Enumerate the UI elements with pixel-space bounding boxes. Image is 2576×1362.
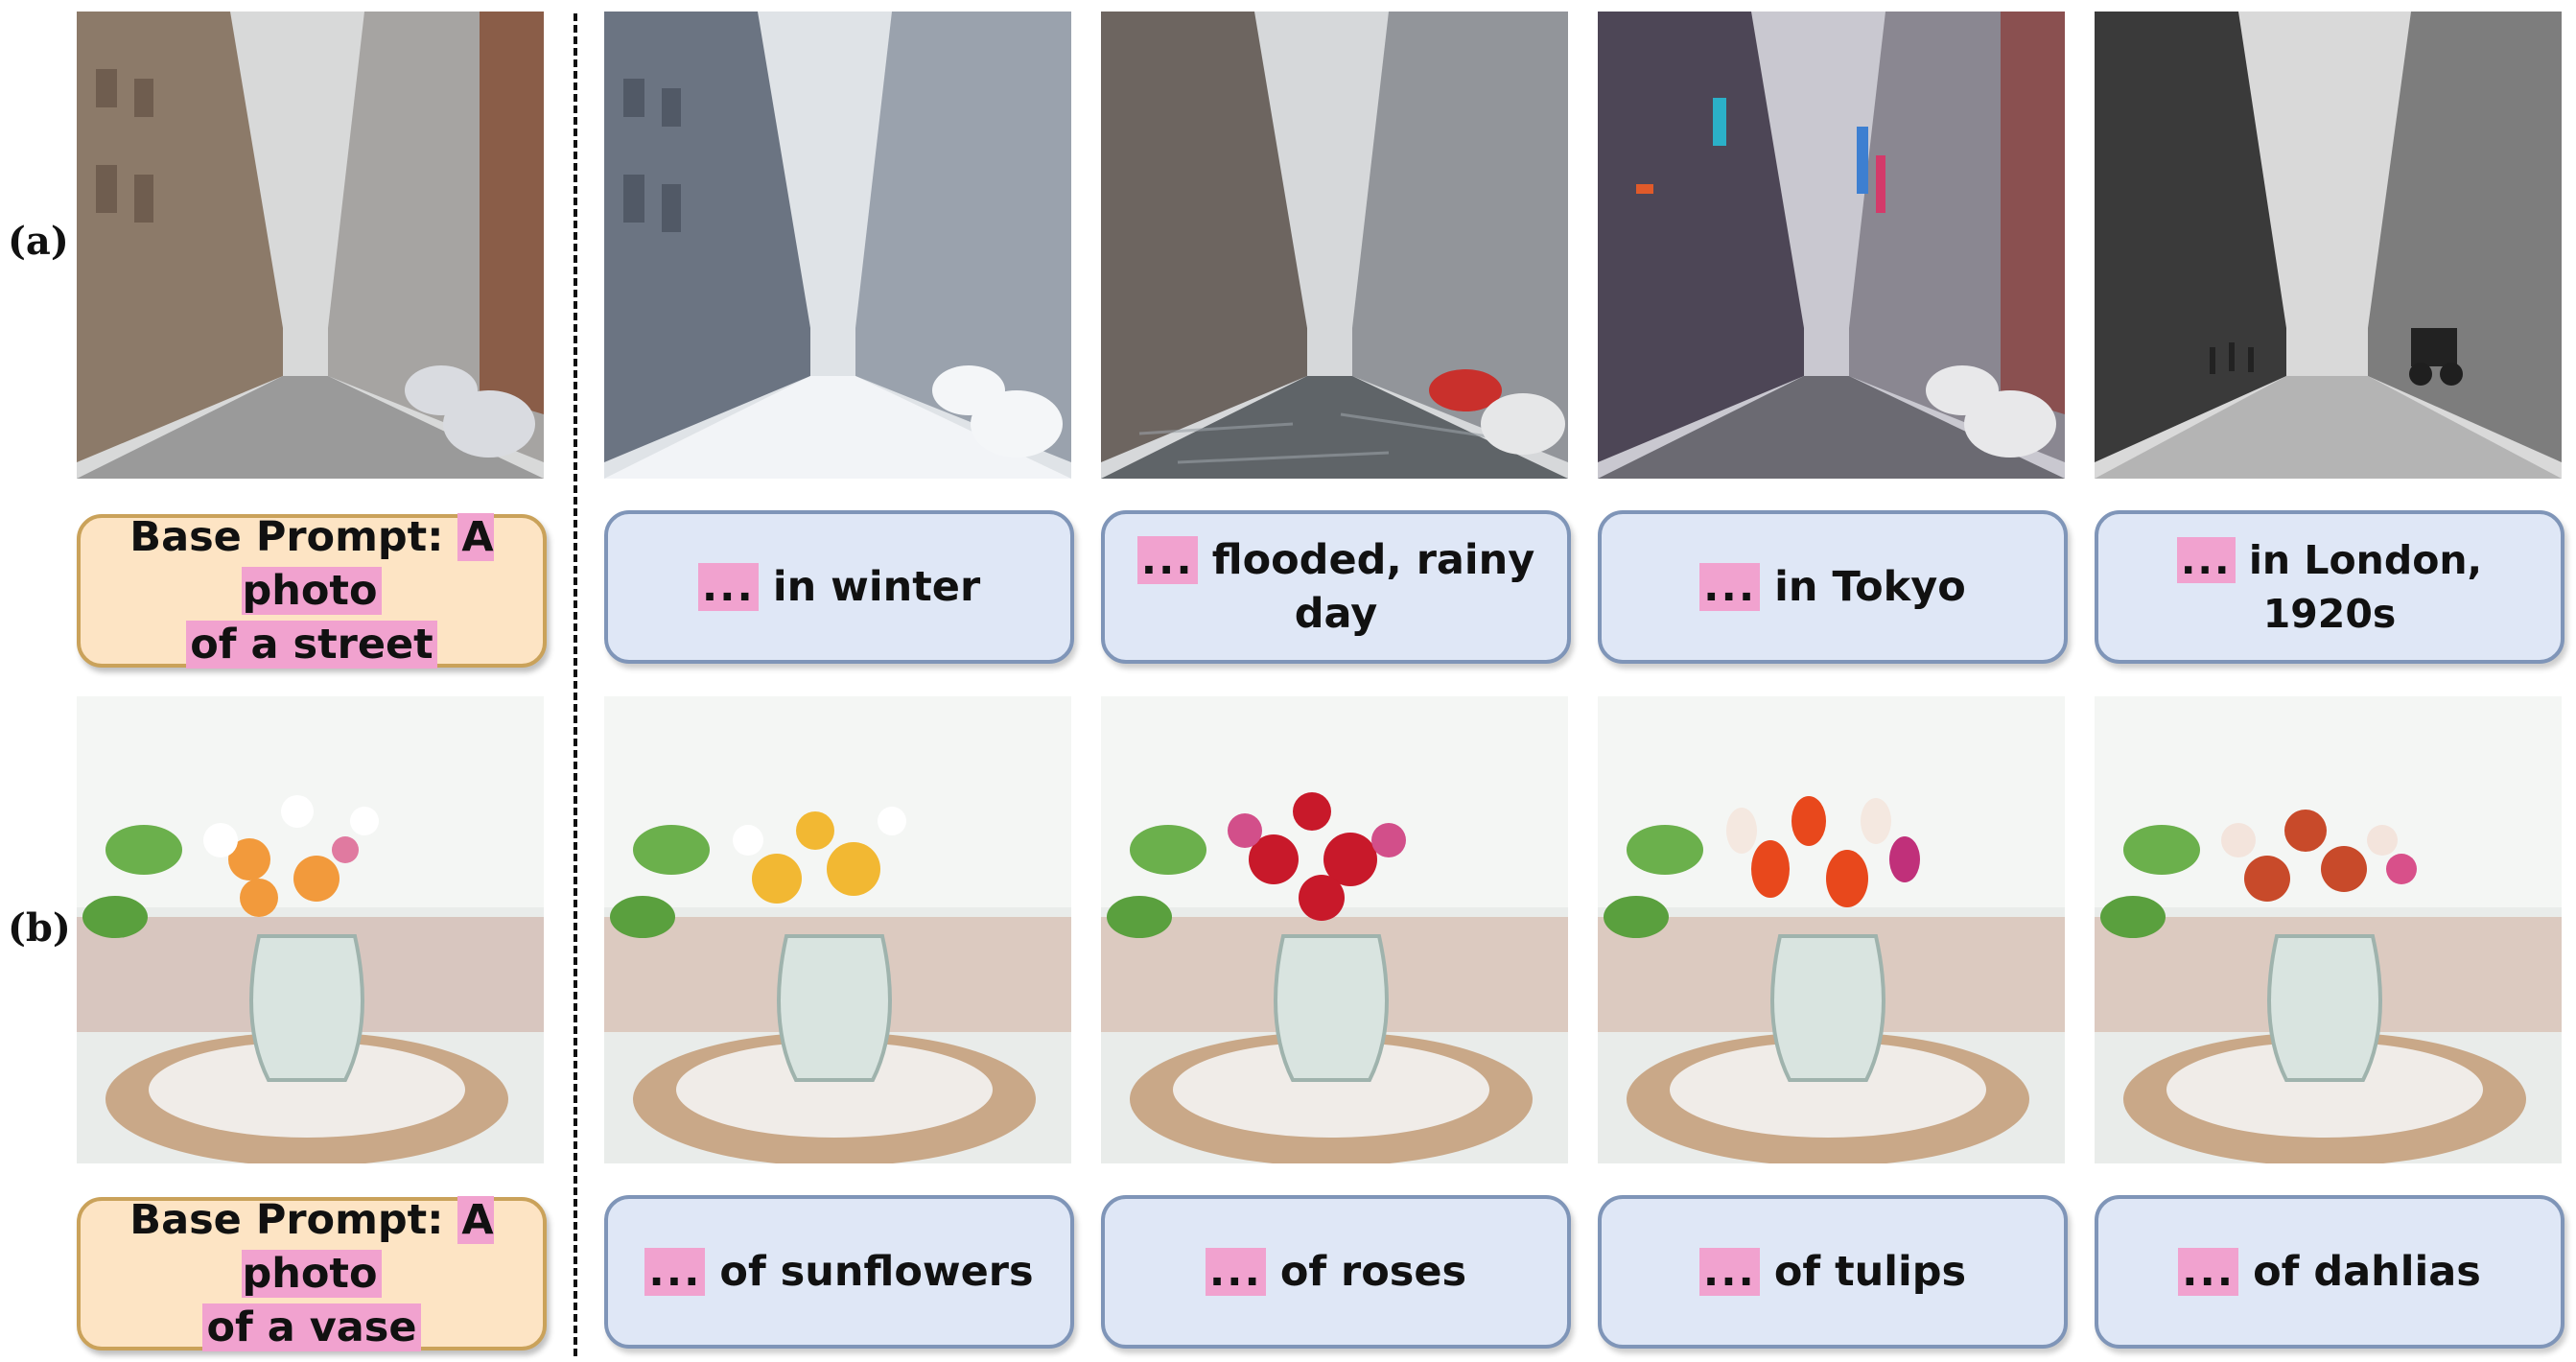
prompt-text: of roses xyxy=(1279,1248,1467,1296)
ellipsis-highlight: ... xyxy=(1205,1248,1266,1296)
ellipsis-highlight: ... xyxy=(2178,1248,2239,1296)
prompt-london: ... in London, 1920s xyxy=(2095,510,2564,664)
vase-image-dahlias xyxy=(2095,696,2562,1163)
prompt-text-line-2: day xyxy=(1294,590,1378,638)
prompt-text: of sunflowers xyxy=(719,1248,1034,1296)
prompt-text: in winter xyxy=(772,563,981,611)
prompt-text: of tulips xyxy=(1773,1248,1967,1296)
base-prompt-label: Base Prompt: xyxy=(129,513,444,561)
street-image-tokyo xyxy=(1598,12,2065,479)
prompt-roses: ... of roses xyxy=(1101,1195,1571,1349)
street-image-flooded xyxy=(1101,12,1568,479)
prompt-text: of dahlias xyxy=(2253,1248,2481,1296)
base-prompt-vase: Base Prompt: A photo of a vase xyxy=(77,1196,547,1351)
prompt-flooded: ... flooded, rainy day xyxy=(1101,510,1571,664)
base-prompt-highlight-2: of a street xyxy=(186,621,437,669)
base-prompt-street: Base Prompt: A photo of a street xyxy=(77,513,547,669)
ellipsis-highlight: ... xyxy=(1698,1248,1760,1296)
vase-image-sunflowers xyxy=(604,696,1071,1163)
prompt-text: in London, 1920s xyxy=(2248,537,2483,637)
ellipsis-highlight: ... xyxy=(2176,537,2236,583)
dashed-divider xyxy=(574,13,577,1356)
base-prompt-label: Base Prompt: xyxy=(129,1196,444,1244)
row-label-b: (b) xyxy=(8,905,71,951)
street-image-winter xyxy=(604,12,1071,479)
street-image-london xyxy=(2095,12,2562,479)
ellipsis-highlight: ... xyxy=(697,563,759,611)
prompt-dahlias: ... of dahlias xyxy=(2095,1195,2564,1349)
prompt-sunflowers: ... of sunflowers xyxy=(604,1195,1074,1349)
base-prompt-highlight-2: of a vase xyxy=(202,1303,421,1351)
ellipsis-highlight: ... xyxy=(644,1248,706,1296)
prompt-text: in Tokyo xyxy=(1774,563,1966,611)
prompt-text: flooded, rainy xyxy=(1211,536,1535,584)
vase-image-tulips xyxy=(1598,696,2065,1163)
street-image-base xyxy=(77,12,544,479)
vase-image-roses xyxy=(1101,696,1568,1163)
prompt-tulips: ... of tulips xyxy=(1598,1195,2068,1349)
ellipsis-highlight: ... xyxy=(1136,536,1198,584)
prompt-winter: ... in winter xyxy=(604,510,1074,664)
ellipsis-highlight: ... xyxy=(1699,563,1761,611)
vase-image-base xyxy=(77,696,544,1163)
row-label-a: (a) xyxy=(8,219,69,264)
prompt-tokyo: ... in Tokyo xyxy=(1598,510,2068,664)
